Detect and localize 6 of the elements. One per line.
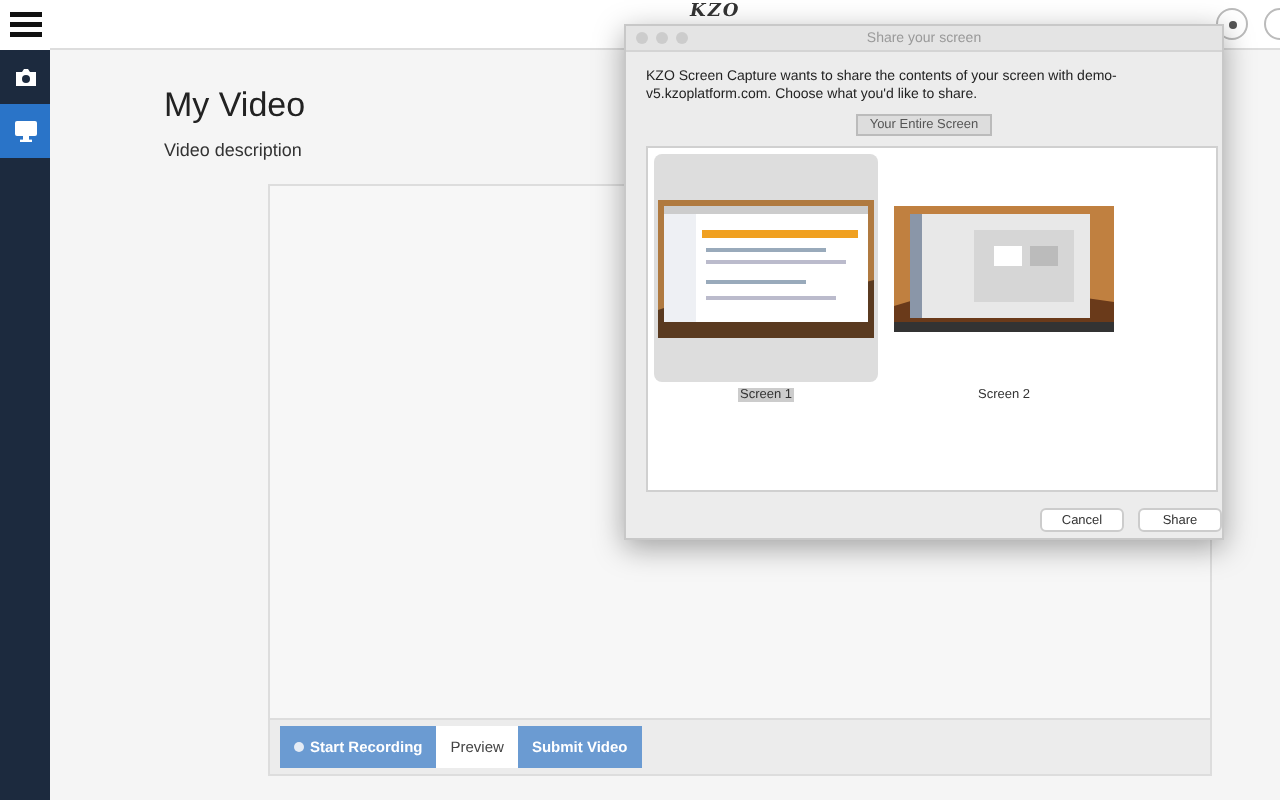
page-title: My Video bbox=[164, 86, 306, 128]
video-description: Video description bbox=[164, 140, 302, 160]
record-icon bbox=[294, 742, 304, 752]
logo: KZO bbox=[690, 2, 741, 22]
monitor-icon bbox=[13, 120, 37, 142]
camera-icon bbox=[13, 67, 37, 87]
